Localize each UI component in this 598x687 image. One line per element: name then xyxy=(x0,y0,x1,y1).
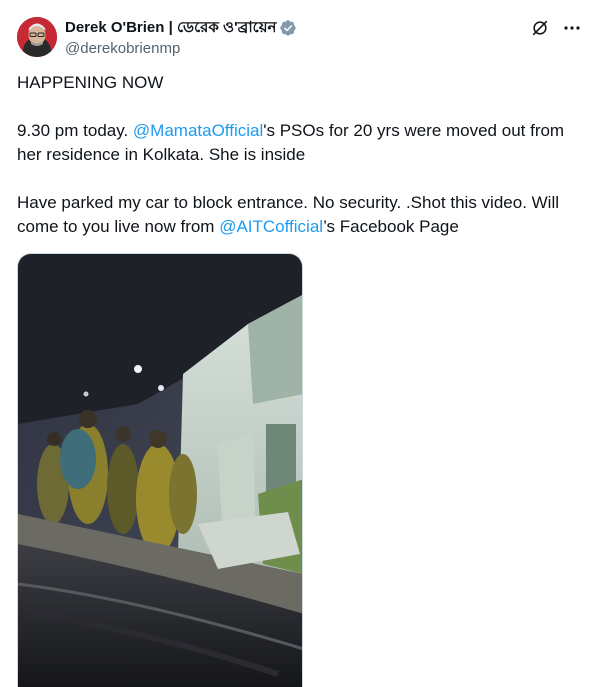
more-icon[interactable] xyxy=(562,18,582,38)
tweet-text: HAPPENING NOW 9.30 pm today. @MamataOffi… xyxy=(17,71,587,239)
mention-mamataofficial[interactable]: @MamataOfficial xyxy=(133,121,263,140)
avatar-image xyxy=(17,17,57,57)
tweet: Derek O'Brien | ডেরেক ও'ব্রায়েন @dereko… xyxy=(0,0,598,687)
tweet-line-3-post: ’s Facebook Page xyxy=(323,217,459,236)
grok-icon[interactable] xyxy=(530,18,550,38)
video-media[interactable] xyxy=(17,253,303,687)
tweet-line-2-pre: 9.30 pm today. xyxy=(17,121,133,140)
top-actions xyxy=(530,18,582,38)
name-row: Derek O'Brien | ডেরেক ও'ব্রায়েন xyxy=(65,18,485,38)
tweet-line-1: HAPPENING NOW xyxy=(17,73,164,92)
tweet-line-2: 9.30 pm today. @MamataOfficial's PSOs fo… xyxy=(17,119,587,167)
verified-badge-icon[interactable] xyxy=(279,19,297,37)
handle[interactable]: @derekobrienmp xyxy=(65,39,485,59)
author-block: Derek O'Brien | ডেরেক ও'ব্রায়েন @dereko… xyxy=(65,18,485,59)
display-name[interactable]: Derek O'Brien | ডেরেক ও'ব্রায়েন xyxy=(65,16,276,41)
tweet-line-3: Have parked my car to block entrance. No… xyxy=(17,191,587,239)
avatar[interactable] xyxy=(17,17,57,57)
mention-aitcofficial[interactable]: @AITCofficial xyxy=(219,217,323,236)
video-frame xyxy=(18,254,302,687)
